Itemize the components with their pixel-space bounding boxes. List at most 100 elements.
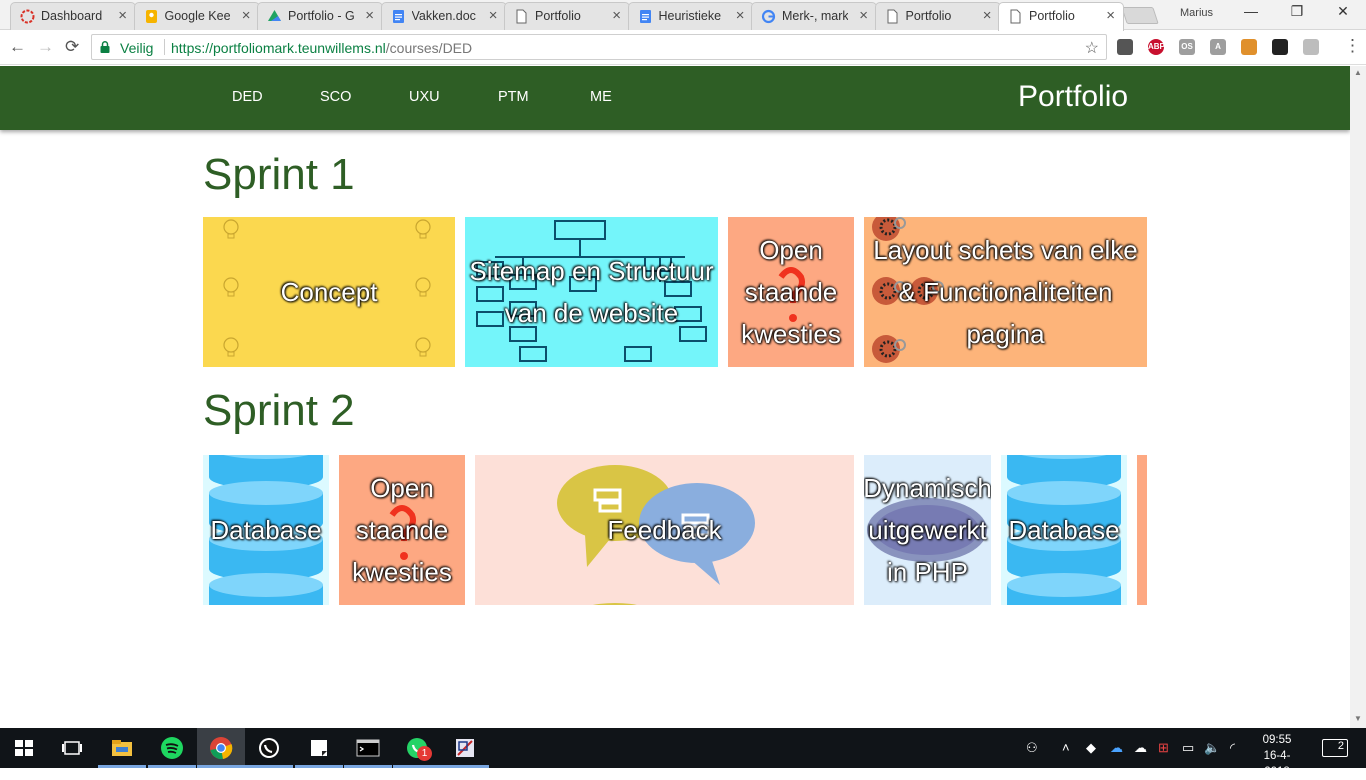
lock-icon (100, 41, 110, 53)
close-tab-icon[interactable]: × (612, 7, 621, 24)
ruler-extension-icon[interactable] (1241, 39, 1257, 55)
course-card-concept[interactable]: Concept (203, 217, 455, 367)
file-explorer-icon[interactable] (110, 736, 134, 760)
nav-link-me[interactable]: ME (590, 89, 612, 105)
people-icon[interactable]: ⚇ (1026, 740, 1038, 756)
scroll-up-icon[interactable]: ▲ (1354, 68, 1362, 77)
browser-tab[interactable]: Portfolio × (998, 2, 1124, 31)
circle-extension-icon[interactable] (1303, 39, 1319, 55)
new-tab-button[interactable] (1121, 7, 1159, 24)
course-card-partial[interactable] (1137, 455, 1147, 605)
card-label: Open staande kwesties (352, 473, 452, 587)
browser-tab[interactable]: Portfolio - G × (257, 2, 383, 30)
battery-icon[interactable]: ▭ (1182, 740, 1194, 756)
volume-icon[interactable]: 🔈 (1204, 740, 1220, 756)
tab-title: Portfolio (535, 9, 581, 23)
sprint-title: Sprint 2 (203, 386, 355, 435)
docs-icon (392, 10, 404, 23)
clock-time: 09:55 (1262, 734, 1292, 746)
drive-icon (268, 10, 281, 21)
url-text[interactable]: https://portfoliomark.teunwillems.nl/cou… (171, 40, 472, 56)
course-card-database[interactable]: Database (1001, 455, 1127, 605)
close-tab-icon[interactable]: × (983, 7, 992, 24)
font-extension-icon[interactable]: A (1210, 39, 1226, 55)
docs-icon (639, 10, 651, 23)
dropbox-icon[interactable]: ◆ (1086, 740, 1096, 756)
course-card-dynamisch[interactable]: Dynamisch uitgewerkt in PHP (864, 455, 991, 605)
maximize-button[interactable]: ❐ (1274, 3, 1320, 20)
url-host: https://portfoliomark.teunwillems.nl (171, 40, 386, 56)
nav-link-ptm[interactable]: PTM (498, 89, 529, 105)
dashboard-icon (20, 9, 35, 24)
browser-tab[interactable]: Google Kee × (133, 2, 260, 30)
task-view-icon[interactable] (60, 736, 84, 760)
reload-button[interactable]: ⟳ (65, 37, 79, 57)
course-card-open[interactable]: Open staande kwesties (339, 455, 465, 605)
action-center-icon[interactable]: 2 (1322, 739, 1348, 757)
onedrive-icon[interactable]: ☁ (1134, 740, 1147, 756)
profile-name[interactable]: Marius (1180, 7, 1213, 19)
url-path: /courses/DED (385, 40, 473, 56)
close-tab-icon[interactable]: × (859, 7, 868, 24)
onedrive-blue-icon[interactable]: ☁ (1110, 740, 1123, 756)
close-tab-icon[interactable]: × (1106, 7, 1115, 24)
system-clock[interactable]: 09:55 16-4-2018 (1252, 732, 1302, 780)
course-card-database[interactable]: Database (203, 455, 329, 605)
back-button[interactable]: ← (9, 37, 26, 57)
clock-date: 16-4-2018 (1263, 750, 1291, 778)
card-label: Open staande kwesties (741, 235, 841, 349)
browser-tab-strip: Dashboard × Google Kee × Portfolio - G × Vakke… (0, 0, 1366, 31)
course-card-open[interactable]: Open staande kwesties (728, 217, 854, 367)
pen-extension-icon[interactable] (1272, 39, 1288, 55)
spotify-icon[interactable] (160, 736, 184, 760)
browser-tab[interactable]: Heuristieke × (627, 2, 754, 30)
chrome-menu-icon[interactable]: ⋮ (1344, 36, 1361, 56)
tray-overflow-icon[interactable]: ˄ (1062, 740, 1070, 755)
nav-link-uxu[interactable]: UXU (409, 89, 440, 105)
adblock-plus-icon[interactable]: ABP (1148, 39, 1165, 55)
windows-defender-icon[interactable]: ⊞ (1158, 740, 1169, 756)
browser-tab[interactable]: Vakken.doc × (380, 2, 507, 30)
browser-tab[interactable]: Dashboard × (10, 2, 136, 30)
nav-link-ded[interactable]: DED (232, 89, 263, 105)
card-label: Concept (280, 277, 378, 307)
close-tab-icon[interactable]: × (242, 7, 251, 24)
page-icon (1010, 9, 1021, 24)
screen-snip-icon[interactable] (453, 736, 477, 760)
extension-os-icon[interactable]: OS (1179, 39, 1195, 55)
google-icon (761, 9, 776, 24)
close-tab-icon[interactable]: × (365, 7, 374, 24)
bookmark-star-icon[interactable]: ☆ (1085, 38, 1099, 58)
sprint-title: Sprint 1 (203, 150, 355, 199)
close-tab-icon[interactable]: × (118, 7, 127, 24)
card-label: Feedback (607, 515, 722, 545)
scroll-down-icon[interactable]: ▼ (1354, 714, 1362, 723)
tab-title: Heuristieke (658, 9, 722, 23)
windows-start-icon[interactable] (12, 736, 36, 760)
close-tab-icon[interactable]: × (489, 7, 498, 24)
tab-title: Merk-, mark (782, 9, 848, 23)
card-label (1137, 455, 1147, 605)
course-card-feedback[interactable]: Feedback (475, 455, 854, 605)
terminal-icon[interactable] (356, 736, 380, 760)
course-card-layout[interactable]: Layout schets van elke & Functionaliteit… (864, 217, 1147, 367)
tab-title: Google Kee (164, 9, 231, 23)
nav-link-sco[interactable]: SCO (320, 89, 351, 105)
secure-label: Veilig (120, 40, 154, 56)
course-card-sitemap[interactable]: Sitemap en Structuur van de website (465, 217, 718, 367)
close-window-button[interactable]: ✕ (1320, 3, 1366, 20)
address-bar[interactable]: Veilig https://portfoliomark.teunwillems… (91, 34, 1107, 60)
minimize-button[interactable]: — (1228, 3, 1274, 19)
browser-tab[interactable]: Portfolio × (874, 2, 1001, 30)
lastpass-icon[interactable] (1117, 39, 1133, 55)
browser-tab[interactable]: Portfolio × (504, 2, 630, 30)
chrome-icon[interactable] (209, 736, 233, 760)
close-tab-icon[interactable]: × (736, 7, 745, 24)
whatsapp-icon[interactable] (257, 736, 281, 760)
site-brand[interactable]: Portfolio (1018, 80, 1128, 114)
sticky-notes-icon[interactable] (307, 736, 331, 760)
wifi-icon[interactable]: ◜ (1230, 740, 1235, 756)
browser-tab[interactable]: Merk-, mark × (751, 2, 877, 30)
forward-button[interactable]: → (37, 37, 54, 57)
page-scrollbar[interactable]: ▲ ▼ (1350, 66, 1366, 728)
